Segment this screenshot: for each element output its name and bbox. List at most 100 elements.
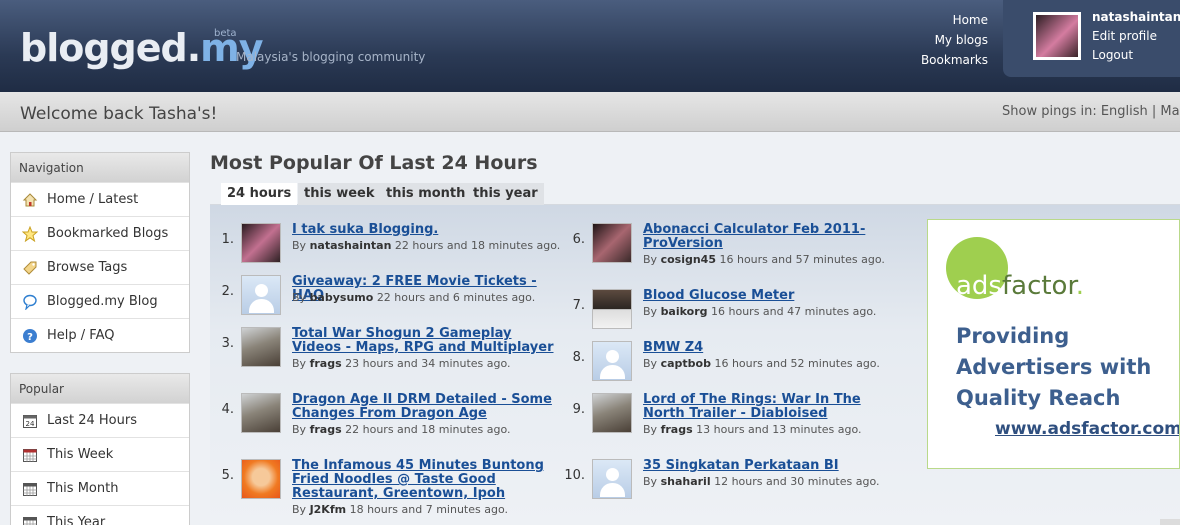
nav-home-link[interactable]: Home: [921, 10, 988, 30]
navigation-heading: Navigation: [11, 153, 189, 182]
sidebar-item-this-year[interactable]: This Year: [11, 505, 189, 525]
username[interactable]: natashaintan: [1092, 10, 1180, 24]
post-meta: By frags 22 hours and 18 minutes ago.: [292, 423, 511, 436]
tab-this-month[interactable]: this month: [380, 183, 472, 205]
post-title-link[interactable]: Total War Shogun 2 Gameplay Videos - Map…: [292, 327, 562, 355]
author-avatar[interactable]: [592, 341, 632, 381]
welcome-message: Welcome back Tasha's!: [20, 104, 218, 124]
post-author[interactable]: babysumo: [310, 291, 374, 304]
calendar-month-icon: [21, 481, 39, 497]
sidebar-item-label: Blogged.my Blog: [47, 294, 158, 309]
top-nav: Home My blogs Bookmarks: [921, 10, 988, 70]
logout-link[interactable]: Logout: [1092, 46, 1157, 65]
tag-icon: [21, 260, 39, 276]
author-avatar[interactable]: [241, 459, 281, 499]
post-title-link[interactable]: I tak suka Blogging.: [292, 223, 562, 237]
rank-number: 9.: [572, 402, 585, 417]
sidebar-item-label: Help / FAQ: [47, 328, 115, 343]
author-avatar[interactable]: [592, 289, 632, 329]
post-author[interactable]: natashaintan: [310, 239, 392, 252]
post-title-link[interactable]: Lord of The Rings: War In The North Trai…: [643, 393, 893, 421]
tab-24-hours[interactable]: 24 hours: [221, 183, 298, 205]
post-title-link[interactable]: 35 Singkatan Perkataan BI: [643, 459, 893, 473]
rank-number: 5.: [221, 468, 234, 483]
nav-bookmarks-link[interactable]: Bookmarks: [921, 50, 988, 70]
rank-number: 1.: [221, 232, 234, 247]
tab-this-week[interactable]: this week: [298, 183, 381, 205]
sidebar-item-home[interactable]: Home / Latest: [11, 182, 189, 216]
author-avatar[interactable]: [241, 327, 281, 367]
sidebar-item-help-faq[interactable]: ? Help / FAQ: [11, 318, 189, 352]
post-title-link[interactable]: Dragon Age II DRM Detailed - Some Change…: [292, 393, 562, 421]
rank-number: 2.: [221, 284, 234, 299]
star-icon: [21, 225, 39, 242]
author-avatar[interactable]: [592, 459, 632, 499]
tab-this-year[interactable]: this year: [467, 183, 544, 205]
by-label: By: [292, 423, 307, 436]
post-title-link[interactable]: The Infamous 45 Minutes Buntong Fried No…: [292, 459, 567, 501]
author-avatar[interactable]: [241, 275, 281, 315]
post-meta: By cosign45 16 hours and 57 minutes ago.: [643, 253, 885, 266]
post-meta: By natashaintan 22 hours and 18 minutes …: [292, 239, 560, 252]
by-label: By: [292, 239, 307, 252]
sidebar-item-this-month[interactable]: This Month: [11, 471, 189, 505]
user-box: natashaintan Edit profile Logout: [1003, 0, 1180, 77]
post-title-link[interactable]: Blood Glucose Meter: [643, 289, 873, 303]
ad-brand-prefix: ads: [956, 271, 1002, 301]
post-author[interactable]: J2Kfm: [310, 503, 347, 516]
post-time: 22 hours and 6 minutes ago.: [376, 291, 536, 304]
post-meta: By babysumo 22 hours and 6 minutes ago.: [292, 291, 535, 304]
ad-brand-dot: .: [1075, 271, 1085, 301]
calendar-week-icon: [21, 447, 39, 463]
site-tagline: Malaysia's blogging community: [236, 50, 426, 64]
rank-number: 6.: [572, 232, 585, 247]
logo-text-blogged: blogged.: [20, 26, 201, 70]
by-label: By: [292, 503, 307, 516]
speech-bubble-icon: [21, 294, 39, 310]
post-author[interactable]: frags: [661, 423, 693, 436]
ad-url-link[interactable]: www.adsfactor.com: [995, 419, 1179, 439]
rank-number: 3.: [221, 336, 234, 351]
post-meta: By captbob 16 hours and 52 minutes ago.: [643, 357, 880, 370]
author-avatar[interactable]: [592, 223, 632, 263]
ping-language-selector[interactable]: Show pings in: English | Mala: [1002, 104, 1180, 119]
home-icon: [21, 192, 39, 208]
nav-my-blogs-link[interactable]: My blogs: [921, 30, 988, 50]
ad-slogan: Providing Advertisers with Quality Reach: [956, 324, 1152, 410]
post-time: 22 hours and 18 minutes ago.: [394, 239, 561, 252]
welcome-bar: Welcome back Tasha's! Show pings in: Eng…: [0, 92, 1180, 132]
post-author[interactable]: frags: [310, 423, 342, 436]
sidebar-item-label: Bookmarked Blogs: [47, 226, 169, 241]
post-title-link[interactable]: BMW Z4: [643, 341, 873, 355]
post-author[interactable]: cosign45: [661, 253, 716, 266]
post-author[interactable]: baikorg: [661, 305, 708, 318]
edit-profile-link[interactable]: Edit profile: [1092, 27, 1157, 46]
post-author[interactable]: frags: [310, 357, 342, 370]
post-author[interactable]: captbob: [661, 357, 711, 370]
sidebar-item-this-week[interactable]: This Week: [11, 437, 189, 471]
sidebar-item-last-24-hours[interactable]: 24 Last 24 Hours: [11, 403, 189, 437]
post-meta: By baikorg 16 hours and 47 minutes ago.: [643, 305, 876, 318]
adsfactor-banner-ad[interactable]: adsfactor. Providing Advertisers with Qu…: [927, 219, 1180, 469]
navigation-panel: Navigation Home / Latest Bookmarked Blog…: [10, 152, 190, 353]
sidebar-item-bookmarked-blogs[interactable]: Bookmarked Blogs: [11, 216, 189, 250]
author-avatar[interactable]: [592, 393, 632, 433]
user-links: Edit profile Logout: [1092, 27, 1157, 65]
author-avatar[interactable]: [241, 223, 281, 263]
post-time: 12 hours and 30 minutes ago.: [714, 475, 880, 488]
sidebar-item-browse-tags[interactable]: Browse Tags: [11, 250, 189, 284]
post-author[interactable]: shaharil: [661, 475, 711, 488]
post-time: 18 hours and 7 minutes ago.: [349, 503, 508, 516]
calendar-year-icon: [21, 515, 39, 525]
rank-number: 8.: [572, 350, 585, 365]
sidebar-item-blogged-blog[interactable]: Blogged.my Blog: [11, 284, 189, 318]
post-time: 16 hours and 52 minutes ago.: [714, 357, 880, 370]
post-time: 16 hours and 57 minutes ago.: [719, 253, 885, 266]
post-title-link[interactable]: Abonacci Calculator Feb 2011- ProVersion: [643, 223, 873, 251]
author-avatar[interactable]: [241, 393, 281, 433]
user-avatar[interactable]: [1033, 12, 1081, 60]
by-label: By: [643, 253, 658, 266]
by-label: By: [292, 291, 307, 304]
beta-label: beta: [214, 28, 237, 39]
sidebar-item-label: This Year: [47, 515, 106, 525]
